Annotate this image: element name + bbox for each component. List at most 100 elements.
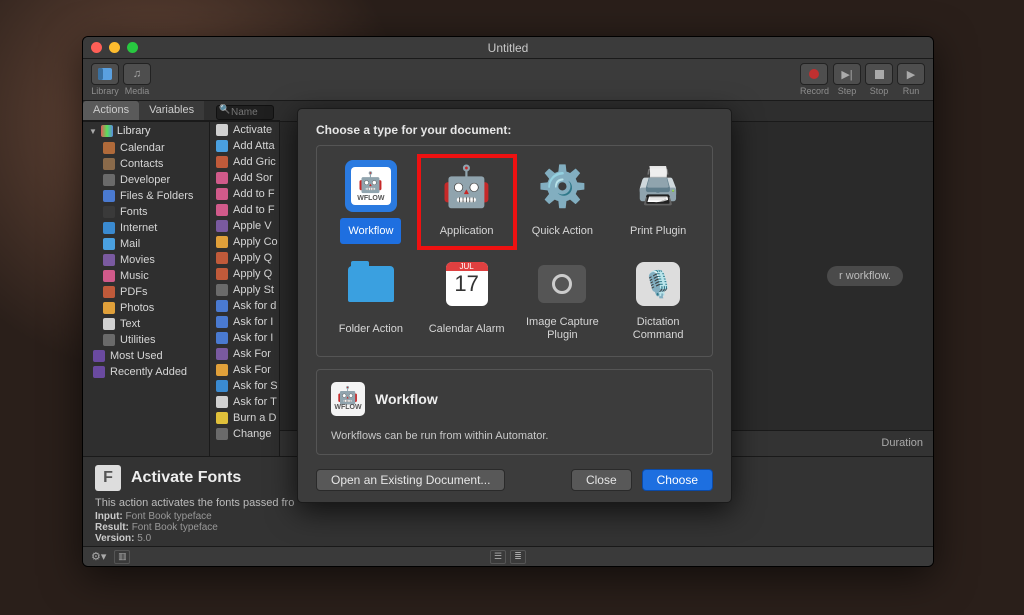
type-option-label: Dictation Command — [612, 316, 704, 342]
print-plugin-icon: 🖨️ — [632, 160, 684, 212]
action-item[interactable]: Ask for d — [210, 298, 279, 314]
stop-button[interactable]: Stop — [865, 63, 893, 96]
workflow-hint-pill: r workflow. — [827, 266, 903, 286]
action-item[interactable]: Ask for T — [210, 394, 279, 410]
type-option-label: Application — [440, 218, 494, 244]
library-item[interactable]: Utilities — [83, 332, 209, 348]
type-option-label: Workflow — [340, 218, 401, 244]
tab-actions[interactable]: Actions — [83, 101, 139, 120]
document-type-sheet: Choose a type for your document: 🤖WFLOWW… — [297, 108, 732, 503]
action-item[interactable]: Ask for S — [210, 378, 279, 394]
action-item[interactable]: Ask For — [210, 362, 279, 378]
library-item[interactable]: Fonts — [83, 204, 209, 220]
library-heading[interactable]: ▼ Library — [83, 122, 209, 140]
action-item[interactable]: Add to F — [210, 186, 279, 202]
step-icon: ▶| — [833, 63, 861, 85]
open-existing-button[interactable]: Open an Existing Document... — [316, 469, 505, 491]
folder-action-icon — [345, 258, 397, 310]
library-item[interactable]: Developer — [83, 172, 209, 188]
library-item-recently-added[interactable]: Recently Added — [83, 364, 209, 380]
close-button[interactable]: Close — [571, 469, 632, 491]
action-item[interactable]: Change — [210, 426, 279, 442]
type-option-dictation[interactable]: 🎙️ Dictation Command — [610, 254, 706, 346]
library-item-most-used[interactable]: Most Used — [83, 348, 209, 364]
quick-action-icon: ⚙️ — [536, 160, 588, 212]
media-icon: ♫ — [123, 63, 151, 85]
action-item[interactable]: Add to F — [210, 202, 279, 218]
type-option-application[interactable]: 🤖Application — [419, 156, 515, 248]
library-item[interactable]: Contacts — [83, 156, 209, 172]
library-label: Library — [91, 86, 119, 96]
type-option-label: Print Plugin — [630, 218, 686, 244]
library-icon — [101, 125, 113, 137]
document-type-grid: 🤖WFLOW Workflow 🤖Application ⚙️ Quick Action… — [316, 145, 713, 357]
library-item[interactable]: Text — [83, 316, 209, 332]
action-item[interactable]: Apply Q — [210, 250, 279, 266]
disclosure-triangle-icon: ▼ — [89, 127, 97, 136]
info-body: Workflows can be run from within Automat… — [331, 430, 698, 442]
step-button[interactable]: ▶| Step — [833, 63, 861, 96]
type-option-label: Quick Action — [532, 218, 593, 244]
titlebar: Untitled — [83, 37, 933, 59]
action-item[interactable]: Apply Co — [210, 234, 279, 250]
traffic-lights — [91, 42, 138, 53]
actions-list: ActivateAdd AttaAdd GricAdd SorAdd to FA… — [210, 122, 280, 456]
dictation-icon: 🎙️ — [632, 258, 684, 310]
library-item[interactable]: Files & Folders — [83, 188, 209, 204]
type-option-folder-action[interactable]: Folder Action — [323, 254, 419, 346]
status-bar: ⚙︎▾ ▥ ☰ ≣ — [83, 546, 933, 566]
workflow-icon: 🤖WFLOW — [345, 160, 397, 212]
library-item[interactable]: Photos — [83, 300, 209, 316]
type-option-quick-action[interactable]: ⚙️ Quick Action — [515, 156, 611, 248]
type-option-label: Folder Action — [339, 316, 403, 342]
minimize-window-button[interactable] — [109, 42, 120, 53]
record-button[interactable]: Record — [800, 63, 829, 96]
action-item[interactable]: Apply Q — [210, 266, 279, 282]
action-item[interactable]: Ask For — [210, 346, 279, 362]
library-item[interactable]: Calendar — [83, 140, 209, 156]
action-item[interactable]: Apple V — [210, 218, 279, 234]
gear-menu-button[interactable]: ⚙︎▾ — [91, 550, 106, 563]
action-item[interactable]: Add Atta — [210, 138, 279, 154]
close-window-button[interactable] — [91, 42, 102, 53]
type-option-label: Image Capture Plugin — [517, 316, 609, 342]
search-icon: 🔍 — [219, 104, 230, 115]
toggle-description-button[interactable]: ▥ — [114, 550, 130, 564]
action-item[interactable]: Apply St — [210, 282, 279, 298]
view-list-button[interactable]: ☰ — [490, 550, 506, 564]
library-item[interactable]: Internet — [83, 220, 209, 236]
description-title: Activate Fonts — [131, 469, 241, 487]
calendar-alarm-icon: JUL17 — [441, 258, 493, 310]
action-item[interactable]: Burn a D — [210, 410, 279, 426]
view-flow-button[interactable]: ≣ — [510, 550, 526, 564]
library-item[interactable]: PDFs — [83, 284, 209, 300]
library-sidebar: ▼ Library CalendarContactsDeveloperFiles… — [83, 122, 210, 456]
library-item[interactable]: Music — [83, 268, 209, 284]
tab-variables[interactable]: Variables — [139, 101, 204, 120]
library-toggle-button[interactable]: Library — [91, 63, 119, 96]
type-option-calendar-alarm[interactable]: JUL17 Calendar Alarm — [419, 254, 515, 346]
library-item[interactable]: Movies — [83, 252, 209, 268]
action-item[interactable]: Add Gric — [210, 154, 279, 170]
action-item[interactable]: Activate — [210, 122, 279, 138]
action-item[interactable]: Ask for I — [210, 314, 279, 330]
type-option-workflow[interactable]: 🤖WFLOW Workflow — [323, 156, 419, 248]
choose-button[interactable]: Choose — [642, 469, 713, 491]
library-item[interactable]: Mail — [83, 236, 209, 252]
stop-icon — [865, 63, 893, 85]
type-option-image-capture[interactable]: Image Capture Plugin — [515, 254, 611, 346]
fonts-icon: F — [95, 465, 121, 491]
type-option-print-plugin[interactable]: 🖨️ Print Plugin — [610, 156, 706, 248]
library-icon — [91, 63, 119, 85]
run-icon: ▶ — [897, 63, 925, 85]
window-title: Untitled — [488, 41, 529, 55]
zoom-window-button[interactable] — [127, 42, 138, 53]
type-info-box: 🤖WFLOW Workflow Workflows can be run fro… — [316, 369, 713, 455]
toolbar: Library ♫ Media Record ▶| Step Stop ▶ Ru… — [83, 59, 933, 101]
type-option-label: Calendar Alarm — [429, 316, 505, 342]
action-item[interactable]: Add Sor — [210, 170, 279, 186]
image-capture-icon — [536, 258, 588, 310]
run-button[interactable]: ▶ Run — [897, 63, 925, 96]
media-toggle-button[interactable]: ♫ Media — [123, 63, 151, 96]
action-item[interactable]: Ask for I — [210, 330, 279, 346]
